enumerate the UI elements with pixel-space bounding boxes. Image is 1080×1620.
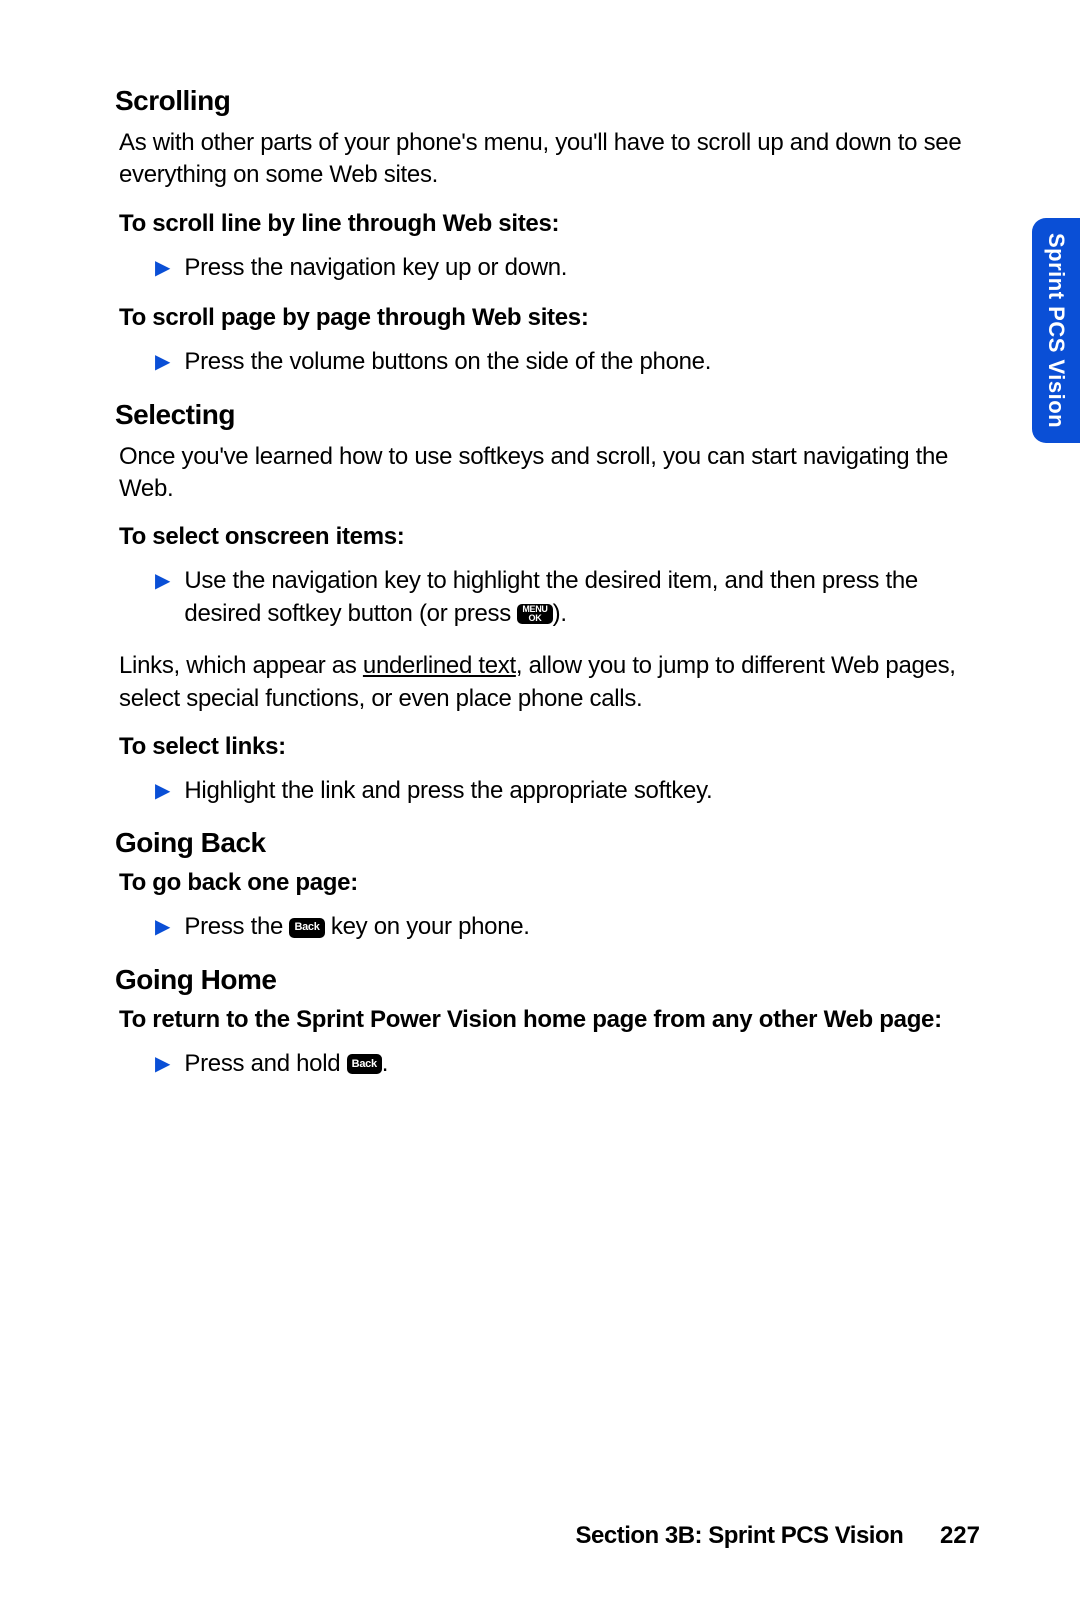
side-tab-label: Sprint PCS Vision [1043, 233, 1069, 428]
back-key-icon: Back [347, 1054, 382, 1074]
scrolling-bullet1: ▶ Press the navigation key up or down. [155, 252, 980, 284]
arrow-icon: ▶ [155, 255, 170, 280]
selecting-bullet1: ▶ Use the navigation key to highlight th… [155, 565, 980, 630]
heading-scrolling: Scrolling [115, 85, 980, 117]
selecting-links-para: Links, which appear as underlined text, … [119, 650, 980, 715]
scrolling-intro: As with other parts of your phone's menu… [119, 127, 980, 192]
going-home-bullet-text: Press and hold Back. [184, 1048, 388, 1080]
heading-going-home: Going Home [115, 964, 980, 996]
heading-selecting: Selecting [115, 399, 980, 431]
footer-page-number: 227 [940, 1522, 980, 1549]
scrolling-instr2: To scroll page by page through Web sites… [119, 304, 980, 332]
footer-section: Section 3B: Sprint PCS Vision [576, 1522, 904, 1549]
page-footer: Section 3B: Sprint PCS Vision 227 [576, 1522, 981, 1550]
arrow-icon: ▶ [155, 568, 170, 593]
selecting-instr2: To select links: [119, 733, 980, 761]
selecting-intro: Once you've learned how to use softkeys … [119, 441, 980, 506]
arrow-icon: ▶ [155, 1051, 170, 1076]
selecting-bullet2: ▶ Highlight the link and press the appro… [155, 775, 980, 807]
scrolling-bullet2-text: Press the volume buttons on the side of … [184, 346, 711, 378]
scrolling-bullet2: ▶ Press the volume buttons on the side o… [155, 346, 980, 378]
arrow-icon: ▶ [155, 914, 170, 939]
arrow-icon: ▶ [155, 778, 170, 803]
back-key-icon: Back [289, 918, 324, 938]
scrolling-bullet1-text: Press the navigation key up or down. [184, 252, 567, 284]
going-back-instr: To go back one page: [119, 869, 980, 897]
going-home-bullet: ▶ Press and hold Back. [155, 1048, 980, 1080]
going-back-bullet: ▶ Press the Back key on your phone. [155, 911, 980, 943]
selecting-bullet1-text: Use the navigation key to highlight the … [184, 565, 960, 630]
side-tab: Sprint PCS Vision [1032, 218, 1080, 443]
underlined-example: underlined text [363, 652, 516, 679]
going-home-instr: To return to the Sprint Power Vision hom… [119, 1006, 980, 1034]
arrow-icon: ▶ [155, 349, 170, 374]
going-back-bullet-text: Press the Back key on your phone. [184, 911, 529, 943]
scrolling-instr1: To scroll line by line through Web sites… [119, 210, 980, 238]
menu-ok-key-icon: MENUOK [517, 604, 552, 624]
heading-going-back: Going Back [115, 827, 980, 859]
page-content: Scrolling As with other parts of your ph… [0, 0, 1080, 1160]
selecting-bullet2-text: Highlight the link and press the appropr… [184, 775, 712, 807]
selecting-instr1: To select onscreen items: [119, 523, 980, 551]
